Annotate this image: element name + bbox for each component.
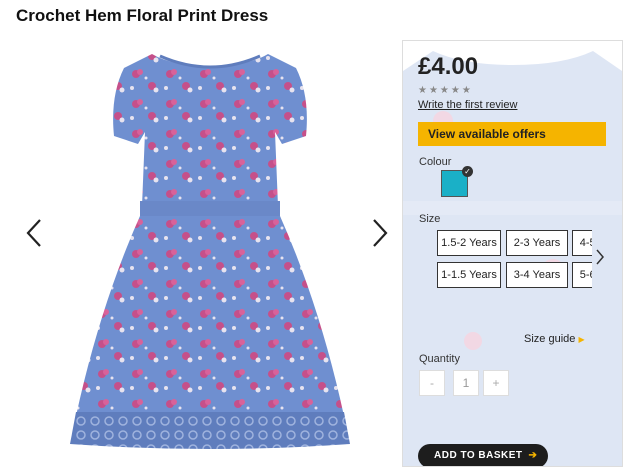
add-to-basket-label: ADD TO BASKET (434, 450, 523, 461)
price: £4.00 (418, 53, 479, 80)
size-option-1-1-5[interactable]: 1-1.5 Years (437, 262, 501, 288)
chevron-right-icon[interactable] (368, 216, 392, 250)
product-title: Crochet Hem Floral Print Dress (16, 6, 269, 25)
arrow-icon: ▶ (578, 335, 585, 344)
size-option-3-4[interactable]: 3-4 Years (506, 262, 568, 288)
size-option-2-3[interactable]: 2-3 Years (506, 230, 568, 256)
size-label: Size (419, 213, 441, 225)
size-guide-link[interactable]: Size guide ▶ (524, 333, 585, 345)
quantity-input[interactable]: 1 (453, 370, 479, 396)
quantity-increase-button[interactable]: + (483, 370, 509, 396)
size-options: 1.5-2 Years 2-3 Years 4-5 Years 1-1.5 Ye… (437, 229, 592, 291)
product-image (70, 54, 350, 449)
size-guide-label: Size guide (524, 333, 576, 345)
quantity-label: Quantity (419, 353, 460, 365)
chevron-right-icon[interactable] (594, 247, 606, 267)
size-option-1-5-2[interactable]: 1.5-2 Years (437, 230, 501, 256)
check-icon: ✓ (462, 166, 473, 177)
write-review-link[interactable]: Write the first review (418, 99, 517, 111)
purchase-panel: £4.00 ★★★★★ Write the first review View … (402, 40, 623, 467)
add-to-basket-button[interactable]: ADD TO BASKET ➔ (418, 444, 548, 466)
chevron-left-icon[interactable] (22, 216, 46, 250)
size-option-4-5[interactable]: 4-5 Years (572, 230, 592, 256)
colour-label: Colour (419, 156, 452, 168)
quantity-decrease-button[interactable]: - (419, 370, 445, 396)
view-offers-button[interactable]: View available offers (418, 122, 606, 146)
rating-stars: ★★★★★ (418, 85, 473, 96)
arrow-right-icon: ➔ (528, 450, 538, 461)
size-option-5-6[interactable]: 5-6 Years (572, 262, 592, 288)
